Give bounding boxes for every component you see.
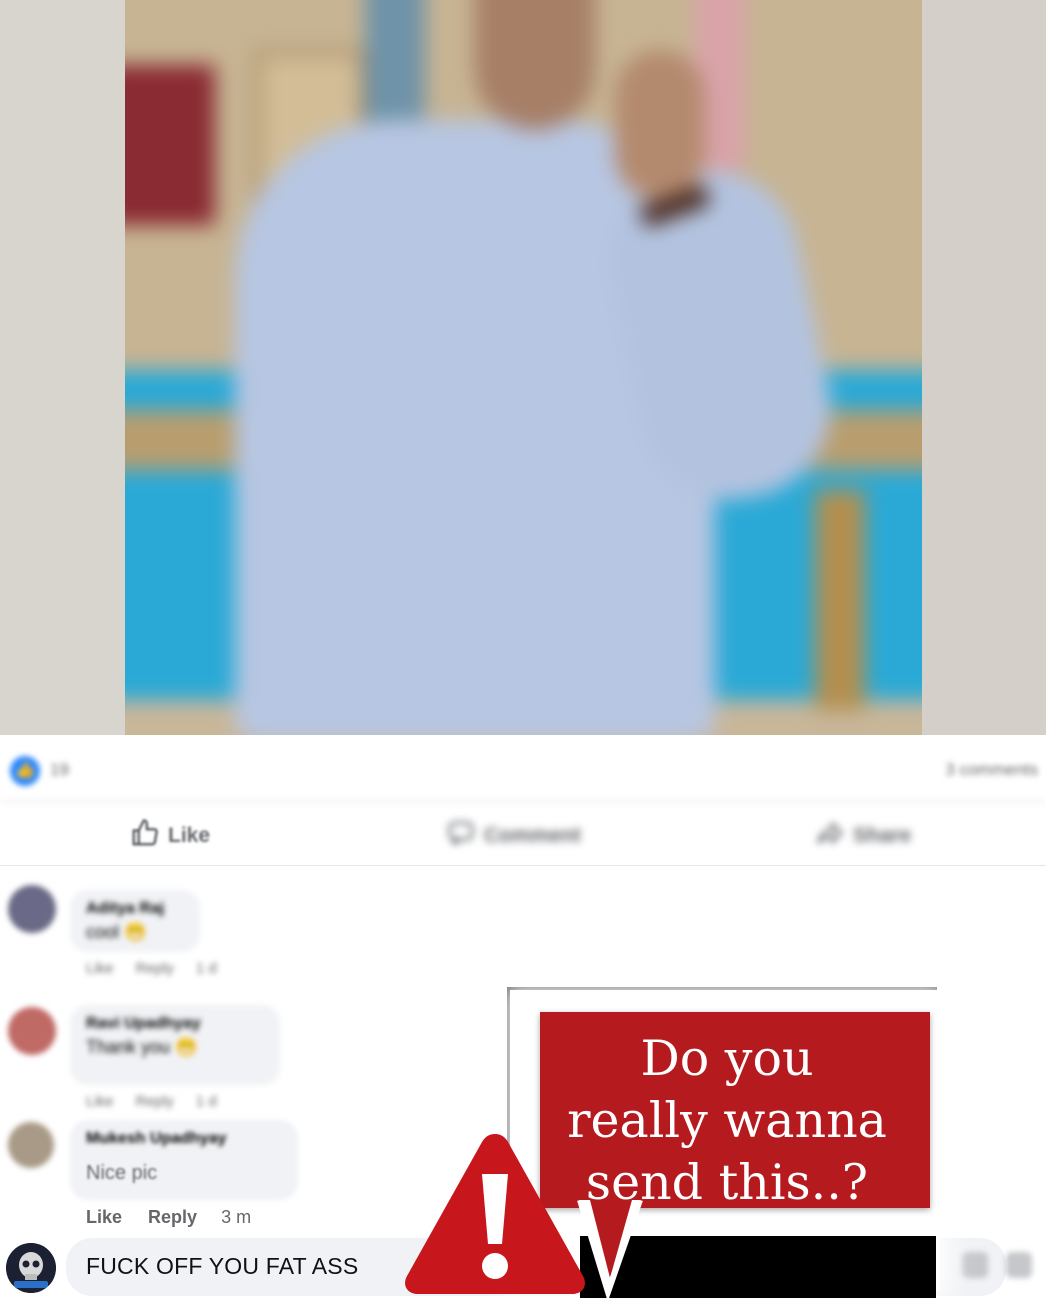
warning-line-2: really wanna — [567, 1092, 887, 1149]
composer-tools — [962, 1252, 1032, 1278]
warning-triangle-icon — [405, 1134, 585, 1294]
comment-button-label: Comment — [484, 824, 581, 847]
comment-like-link[interactable]: Like — [86, 1207, 122, 1228]
comment-text: Nice pic — [86, 1162, 158, 1184]
share-button-label: Share — [853, 824, 912, 847]
comment-time: 1 d — [195, 960, 217, 977]
comment-bubble: Mukesh Upadhyay — [70, 1120, 298, 1200]
comment-time: 1 d — [195, 1093, 217, 1110]
commenter-name[interactable]: Mukesh Upadhyay — [86, 1130, 282, 1148]
like-button[interactable]: Like — [130, 818, 211, 854]
warning-message: Do you really wanna send this..? — [540, 1028, 914, 1214]
commenter-avatar[interactable] — [8, 1122, 54, 1168]
camera-icon[interactable] — [1006, 1252, 1032, 1278]
share-button[interactable]: Share — [815, 820, 911, 852]
comment-text: cool 😁 — [86, 922, 147, 942]
comment-text: Thank you 😁 — [86, 1037, 198, 1057]
post-action-bar: Like Comment Share — [0, 806, 1046, 866]
like-button-label: Like — [168, 824, 211, 847]
comment-bubble: Ravi Upadhyay Thank you 😁 — [70, 1005, 280, 1085]
comment-bubble: Aditya Raj cool 😁 — [70, 890, 200, 952]
blurred-photo-content — [125, 0, 922, 735]
like-reaction-icon[interactable]: 👍 — [10, 756, 40, 786]
skull-avatar-icon — [6, 1243, 56, 1293]
post-photo[interactable] — [125, 0, 922, 735]
photo-border-left — [0, 0, 125, 735]
reaction-summary: 👍 19 3 comments — [0, 740, 1046, 802]
current-user-avatar[interactable] — [6, 1243, 56, 1293]
comment-reply-link[interactable]: Reply — [148, 1207, 197, 1228]
share-arrow-icon — [815, 818, 845, 854]
reaction-count[interactable]: 19 — [50, 760, 69, 780]
comment-meta: Like Reply 1 d — [86, 960, 217, 977]
comments-count[interactable]: 3 comments — [945, 760, 1038, 780]
photo-border-right — [922, 0, 1046, 735]
commenter-avatar[interactable] — [8, 885, 56, 933]
comment-bubble-icon — [446, 818, 476, 854]
comment-reply-link[interactable]: Reply — [136, 960, 174, 977]
comment-meta: Like Reply 1 d — [86, 1093, 217, 1110]
comment-time: 3 m — [221, 1207, 252, 1227]
commenter-name[interactable]: Ravi Upadhyay — [86, 1015, 264, 1033]
emoji-icon[interactable] — [962, 1252, 988, 1278]
comment-meta: Like Reply 3 m — [86, 1207, 251, 1228]
comment-item: Ravi Upadhyay Thank you 😁 Like Reply 1 d — [0, 1003, 520, 1113]
commenter-name[interactable]: Aditya Raj — [86, 900, 184, 918]
commenter-avatar[interactable] — [8, 1007, 56, 1055]
comment-item: Aditya Raj cool 😁 Like Reply 1 d — [0, 885, 520, 995]
comment-like-link[interactable]: Like — [86, 960, 114, 977]
comment-input-field[interactable]: FUCK OFF YOU FAT ASS — [86, 1253, 358, 1280]
comment-like-link[interactable]: Like — [86, 1093, 114, 1110]
post-photo-area — [0, 0, 1046, 735]
warning-line-1: Do you — [640, 1030, 814, 1087]
thumbs-up-icon — [130, 818, 160, 854]
comment-reply-link[interactable]: Reply — [136, 1093, 174, 1110]
